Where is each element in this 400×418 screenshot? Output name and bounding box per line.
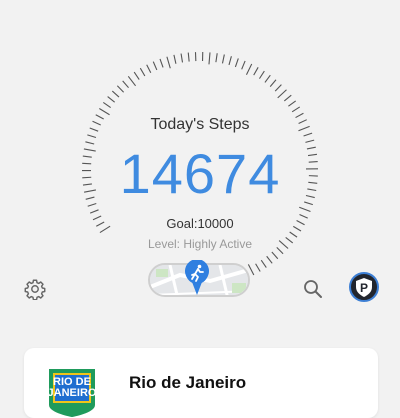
- gauge-tick: [87, 135, 96, 138]
- gear-icon: [24, 278, 46, 300]
- settings-button[interactable]: [22, 276, 48, 302]
- gauge-tick: [174, 55, 176, 64]
- gauge-tick: [248, 264, 253, 275]
- gauge-tick: [112, 91, 119, 97]
- gauge-tick: [153, 62, 157, 70]
- city-name: Rio de Janeiro: [129, 373, 246, 393]
- gauge-tick: [284, 95, 291, 101]
- gauge-tick: [265, 75, 270, 82]
- gauge-tick: [299, 207, 310, 211]
- gauge-tick: [123, 81, 129, 88]
- search-button[interactable]: [300, 276, 326, 302]
- gauge-tick: [147, 65, 151, 73]
- gauge-tick: [216, 53, 217, 62]
- gauge-tick: [242, 61, 245, 69]
- gauge-tick: [167, 57, 170, 69]
- location-marker[interactable]: [183, 260, 211, 296]
- premium-badge-button[interactable]: P: [349, 272, 379, 302]
- gauge-tick: [278, 90, 287, 98]
- gauge-tick: [222, 55, 224, 64]
- step-count: 14674: [0, 142, 400, 206]
- todays-steps-label: Today's Steps: [0, 116, 400, 134]
- gauge-tick: [108, 97, 115, 103]
- gauge-tick: [99, 108, 109, 114]
- badge-letter: P: [360, 281, 368, 295]
- gauge-tick: [128, 76, 135, 86]
- gauge-tick: [181, 54, 182, 63]
- gauge-tick: [254, 67, 258, 75]
- goal-label: Goal:10000: [0, 216, 400, 231]
- gauge-tick: [256, 264, 261, 272]
- step-counter-screen: Today's Steps 14674 Goal:10000 Level: Hi…: [0, 0, 400, 400]
- activity-level-label: Level: Highly Active: [0, 237, 400, 251]
- gauge-tick: [117, 86, 123, 92]
- gauge-tick: [103, 102, 110, 107]
- gauge-tick: [275, 85, 281, 92]
- gauge-tick: [259, 71, 264, 79]
- gauge-tick: [140, 68, 145, 76]
- gauge-tick: [292, 107, 300, 112]
- gauge-tick: [188, 53, 189, 62]
- gauge-tick: [160, 59, 163, 67]
- search-icon: [303, 279, 323, 299]
- gauge-tick: [134, 72, 139, 79]
- gauge-tick: [261, 260, 266, 267]
- running-person-icon: [183, 260, 211, 296]
- city-challenge-card[interactable]: RIO DE JANEIRO Rio de Janeiro: [24, 348, 378, 418]
- gauge-tick: [267, 256, 273, 263]
- city-badge: RIO DE JANEIRO: [45, 365, 99, 417]
- gauge-tick: [270, 80, 276, 87]
- shield-p-icon: P: [353, 276, 375, 298]
- city-badge-line2: JANEIRO: [45, 388, 99, 399]
- gauge-tick: [246, 64, 251, 75]
- gauge-tick: [90, 210, 98, 213]
- gauge-tick: [229, 56, 231, 65]
- gauge-tick: [288, 101, 295, 106]
- gauge-tick: [235, 58, 238, 67]
- gauge-tick: [272, 252, 278, 259]
- gauge-tick: [209, 52, 210, 64]
